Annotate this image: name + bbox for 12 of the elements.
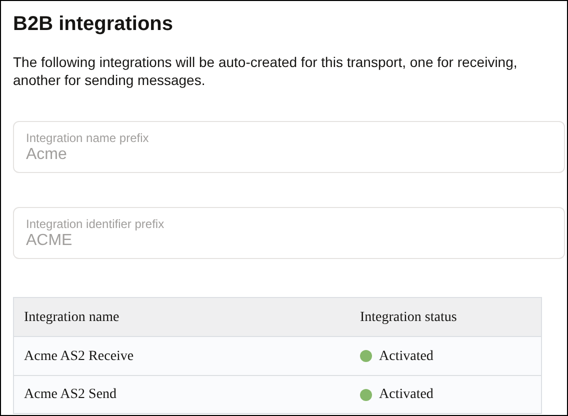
field-value: Acme bbox=[26, 145, 67, 165]
field-value: ACME bbox=[26, 231, 72, 251]
field-label: Integration identifier prefix bbox=[26, 217, 164, 231]
status-text: Activated bbox=[379, 348, 434, 366]
page-title: B2B integrations bbox=[13, 12, 174, 37]
table-cell-text: Acme AS2 Receive bbox=[23, 348, 135, 366]
column-header: Integration status bbox=[360, 308, 458, 326]
status-text: Activated bbox=[379, 386, 434, 404]
description-text: The following integrations will be auto-created for this transport, one for receiving, another for sending messages. bbox=[13, 53, 518, 89]
table-cell-text: Acme AS2 Send bbox=[23, 386, 118, 404]
column-header: Integration name bbox=[23, 308, 120, 326]
field-label: Integration name prefix bbox=[26, 131, 149, 145]
